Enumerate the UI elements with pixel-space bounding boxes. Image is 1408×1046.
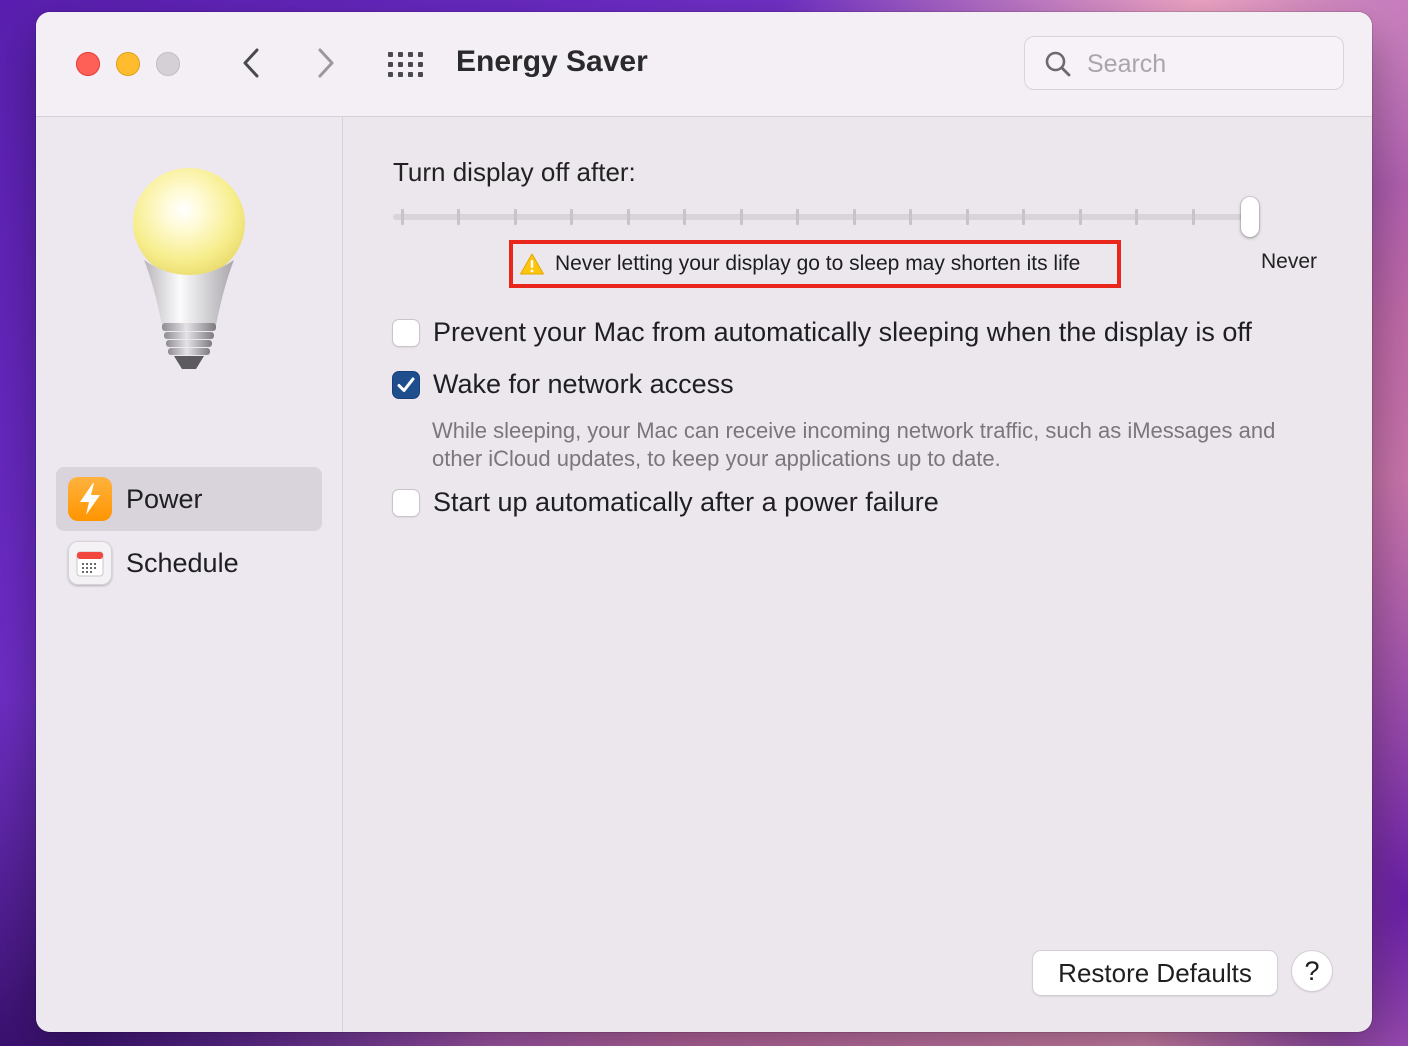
warning-text: Never letting your display go to sleep m…	[555, 252, 1081, 275]
window-title: Energy Saver	[456, 45, 648, 78]
calendar-icon	[68, 541, 112, 585]
sidebar-item-schedule[interactable]: Schedule	[56, 531, 322, 595]
slider-tick	[514, 209, 517, 225]
startup-after-power-failure-option[interactable]: Start up automatically after a power fai…	[393, 487, 939, 518]
show-all-button[interactable]	[388, 52, 426, 78]
prevent-sleep-label: Prevent your Mac from automatically slee…	[433, 317, 1252, 347]
wake-network-description: While sleeping, your Mac can receive inc…	[432, 418, 1276, 471]
slider-tick	[1135, 209, 1138, 225]
sidebar-item-power[interactable]: Power	[56, 467, 322, 531]
checkmark-icon	[397, 377, 415, 392]
slider-tick	[1192, 209, 1195, 225]
minimize-window-button[interactable]	[116, 52, 140, 76]
slider-value-label: Never	[1261, 250, 1318, 273]
lightbulb-icon	[133, 168, 245, 369]
main-panel: Turn display off after: Never letting yo…	[343, 117, 1372, 1032]
prevent-sleep-option[interactable]: Prevent your Mac from automatically slee…	[393, 317, 1252, 348]
sidebar-item-label: Power	[126, 483, 203, 514]
help-button[interactable]: ?	[1292, 951, 1332, 991]
forward-button[interactable]	[311, 46, 341, 80]
search-icon	[1045, 51, 1071, 77]
slider-track	[393, 214, 1259, 220]
warning-triangle-icon	[520, 253, 544, 275]
slider-tick	[909, 209, 912, 225]
slider-thumb[interactable]	[1241, 197, 1259, 237]
zoom-window-button[interactable]	[156, 52, 180, 76]
restore-defaults-button[interactable]: Restore Defaults	[1033, 951, 1277, 995]
search-field[interactable]	[1024, 36, 1344, 90]
slider-tick	[683, 209, 686, 225]
slider-tick	[966, 209, 969, 225]
display-sleep-slider-title: Turn display off after:	[393, 157, 636, 187]
wake-network-label: Wake for network access	[433, 369, 734, 399]
slider-tick	[1022, 209, 1025, 225]
slider-tick	[570, 209, 573, 225]
close-window-button[interactable]	[76, 52, 100, 76]
slider-tick	[1079, 209, 1082, 225]
search-input[interactable]	[1085, 47, 1329, 81]
sidebar: Power Schedule	[36, 117, 343, 1032]
prevent-sleep-checkbox[interactable]	[393, 319, 419, 346]
back-button[interactable]	[236, 46, 266, 80]
chevron-right-icon	[318, 48, 334, 78]
startup-after-power-failure-label: Start up automatically after a power fai…	[433, 487, 939, 517]
slider-tick	[401, 209, 404, 225]
wake-network-option[interactable]: Wake for network access	[393, 369, 734, 400]
title-bar: Energy Saver	[36, 12, 1372, 117]
slider-tick	[457, 209, 460, 225]
sleep-warning-message: Never letting your display go to sleep m…	[509, 240, 1121, 288]
chevron-left-icon	[243, 48, 259, 78]
slider-tick	[796, 209, 799, 225]
sidebar-item-label: Schedule	[126, 547, 239, 578]
wake-network-checkbox[interactable]	[393, 371, 419, 398]
energy-saver-window: Energy Saver Search Power Schedule Turn …	[36, 12, 1372, 1032]
slider-tick	[627, 209, 630, 225]
startup-after-power-failure-checkbox[interactable]	[393, 489, 419, 516]
slider-tick	[740, 209, 743, 225]
slider-tick	[853, 209, 856, 225]
display-sleep-slider[interactable]	[393, 197, 1259, 237]
bolt-icon	[68, 477, 112, 521]
